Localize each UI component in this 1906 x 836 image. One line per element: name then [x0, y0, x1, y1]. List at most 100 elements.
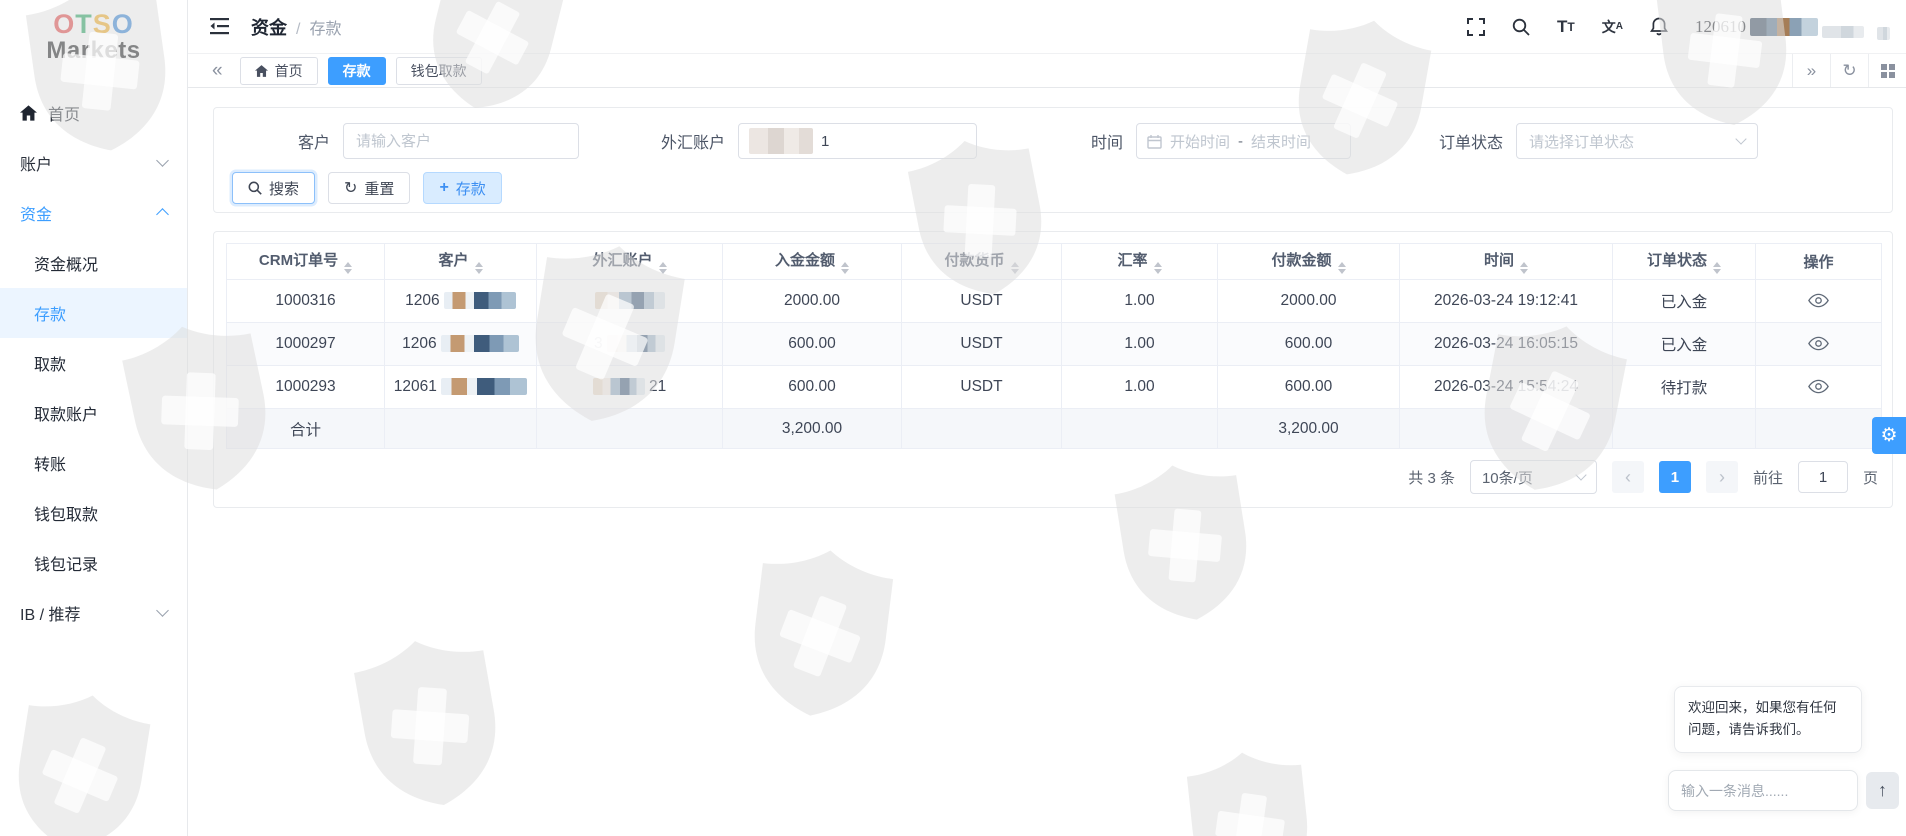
cell-fx-account: 21 [537, 366, 723, 409]
customer-input[interactable] [344, 124, 578, 158]
fullscreen-icon[interactable] [1467, 18, 1485, 36]
status-badge: 已入金 [1613, 280, 1756, 323]
redacted-text [441, 335, 519, 352]
reset-button-label: 重置 [364, 178, 394, 199]
redacted-text [607, 335, 665, 352]
cell-order-no: 1000316 [227, 280, 385, 323]
sidebar-item-label: 钱包记录 [34, 551, 98, 575]
reset-button[interactable]: ↻ 重置 [328, 172, 410, 204]
menu-fold-icon[interactable] [210, 18, 231, 35]
chat-welcome-bubble: 欢迎回来，如果您有任何问题，请告诉我们。 [1674, 686, 1862, 753]
brand-logo: OTSO Markets [24, 10, 164, 64]
view-icon[interactable] [1808, 379, 1829, 394]
sidebar-nav: 首页 账户 资金 资金概况 存款 取款 取款账户 转账 钱包取款 钱包记录 IB… [0, 88, 187, 638]
time-label: 时间 [1089, 129, 1123, 153]
col-fx-account[interactable]: 外汇账户 [537, 244, 723, 280]
tab-label: 钱包取款 [411, 61, 467, 81]
filter-customer: 客户 [284, 123, 579, 159]
sort-icon[interactable] [344, 262, 352, 275]
tabs-scroll-left-icon[interactable]: « [212, 61, 223, 80]
col-rate[interactable]: 汇率 [1062, 244, 1218, 280]
next-page-button[interactable]: › [1706, 461, 1738, 493]
user-menu[interactable]: 120610 [1695, 17, 1890, 37]
col-time[interactable]: 时间 [1400, 244, 1613, 280]
col-order-no[interactable]: CRM订单号 [227, 244, 385, 280]
logo-letter-o2: O [112, 9, 134, 39]
tab-home[interactable]: 首页 [240, 57, 318, 85]
sidebar-item-deposit[interactable]: 存款 [0, 288, 187, 338]
goto-page-input[interactable] [1798, 461, 1848, 493]
tab-deposit[interactable]: 存款 [328, 57, 386, 85]
search-button-label: 搜索 [269, 178, 299, 199]
date-range-input[interactable]: 开始时间 - 结束时间 [1136, 123, 1351, 159]
sort-icon[interactable] [1713, 262, 1721, 275]
tabs-scroll-right-icon[interactable]: » [1792, 54, 1830, 87]
sidebar-item-label: 转账 [34, 451, 66, 475]
sort-icon[interactable] [1011, 262, 1019, 275]
sidebar-section-label: 资金 [20, 201, 52, 225]
view-icon[interactable] [1808, 336, 1829, 351]
goto-label: 前往 [1753, 467, 1783, 488]
logo-letter-t: T [75, 9, 93, 39]
pagination-total: 共 3 条 [1408, 467, 1455, 488]
col-pay-currency[interactable]: 付款货币 [902, 244, 1062, 280]
view-icon[interactable] [1808, 293, 1829, 308]
sidebar-item-wallet-records[interactable]: 钱包记录 [0, 538, 187, 588]
col-deposit-amount[interactable]: 入金金额 [723, 244, 902, 280]
search-icon[interactable] [1512, 18, 1530, 36]
chat-send-button[interactable]: ↑ [1866, 772, 1899, 809]
sidebar-item-label: 取款 [34, 351, 66, 375]
start-time-placeholder: 开始时间 [1170, 131, 1230, 152]
order-status-placeholder: 请选择订单状态 [1529, 131, 1634, 152]
arrow-up-icon: ↑ [1878, 780, 1887, 801]
chat-message-input[interactable] [1681, 783, 1845, 799]
page-number-current[interactable]: 1 [1659, 461, 1691, 493]
cell-order-no: 1000293 [227, 366, 385, 409]
tab-bar-controls: » ↻ [1792, 54, 1906, 87]
sidebar-item-withdraw[interactable]: 取款 [0, 338, 187, 388]
fx-account-input[interactable]: 1 [738, 123, 977, 159]
sort-icon[interactable] [1154, 262, 1162, 275]
deposits-table: CRM订单号 客户 外汇账户 入金金额 付款货币 汇率 付款金额 时间 订单状态… [226, 243, 1882, 449]
cell-rate: 1.00 [1062, 366, 1218, 409]
plus-icon: + [439, 179, 448, 197]
col-customer[interactable]: 客户 [385, 244, 537, 280]
translate-icon[interactable]: 文A [1602, 17, 1623, 37]
sort-icon[interactable] [1338, 262, 1346, 275]
user-name-redacted [1877, 27, 1890, 40]
sidebar-item-wallet-withdraw[interactable]: 钱包取款 [0, 488, 187, 538]
table-row: 1000316 1206 2000.00 USDT 1.00 2000.00 2… [227, 280, 1882, 323]
sidebar-item-transfer[interactable]: 转账 [0, 438, 187, 488]
sort-icon[interactable] [475, 262, 483, 275]
customer-label: 客户 [284, 129, 330, 153]
filter-row: 客户 外汇账户 1 时间 开始时间 [214, 108, 1892, 159]
sidebar-section-funds[interactable]: 资金 [0, 188, 187, 238]
tab-wallet-withdraw[interactable]: 钱包取款 [396, 57, 482, 85]
refresh-icon[interactable]: ↻ [1830, 54, 1868, 87]
breadcrumb-section: 资金 [251, 14, 287, 40]
col-order-status[interactable]: 订单状态 [1613, 244, 1756, 280]
order-status-select[interactable]: 请选择订单状态 [1516, 123, 1758, 159]
cell-amount: 600.00 [1218, 366, 1400, 409]
user-id: 120610 [1695, 17, 1746, 37]
font-size-icon[interactable]: TT [1557, 17, 1575, 37]
search-button[interactable]: 搜索 [232, 172, 315, 204]
col-pay-amount[interactable]: 付款金额 [1218, 244, 1400, 280]
sort-icon[interactable] [841, 262, 849, 275]
bell-icon[interactable] [1650, 17, 1668, 36]
tabs: 首页 存款 钱包取款 [240, 57, 482, 85]
sidebar-item-funds-overview[interactable]: 资金概况 [0, 238, 187, 288]
page-size-select[interactable]: 10条/页 [1470, 460, 1597, 494]
sort-icon[interactable] [659, 262, 667, 275]
sidebar-section-account[interactable]: 账户 [0, 138, 187, 188]
add-deposit-button[interactable]: + 存款 [423, 172, 501, 204]
redacted-text [441, 378, 527, 395]
prev-page-button[interactable]: ‹ [1612, 461, 1644, 493]
sidebar-item-withdraw-account[interactable]: 取款账户 [0, 388, 187, 438]
sidebar-section-label: IB / 推荐 [20, 601, 80, 625]
layout-grid-icon[interactable] [1868, 54, 1906, 87]
sidebar-section-ib[interactable]: IB / 推荐 [0, 588, 187, 638]
sidebar-item-home[interactable]: 首页 [0, 88, 187, 138]
settings-gear-button[interactable]: ⚙ [1872, 417, 1906, 454]
sort-icon[interactable] [1520, 262, 1528, 275]
